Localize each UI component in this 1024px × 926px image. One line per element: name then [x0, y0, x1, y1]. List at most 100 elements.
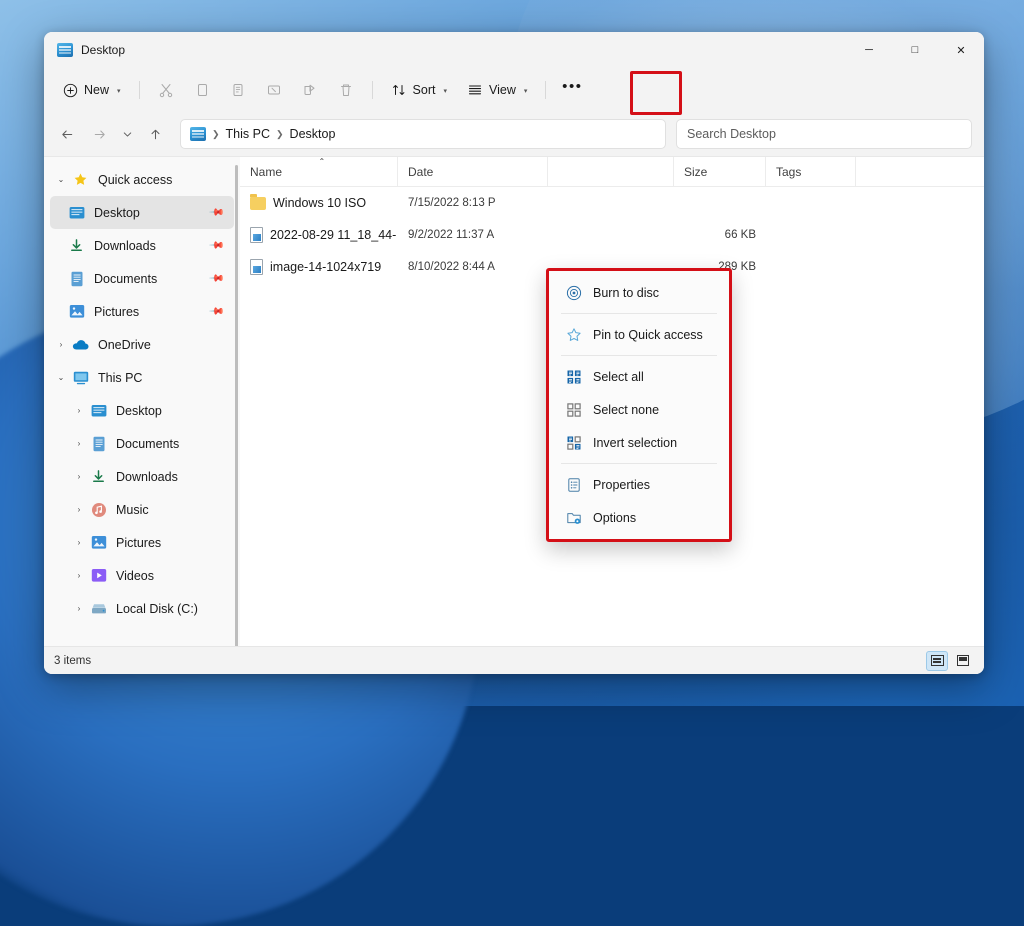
pin-icon[interactable]: 📌 — [208, 303, 225, 320]
view-toggle-group — [926, 650, 974, 671]
chevron-right-icon[interactable]: › — [68, 472, 90, 481]
downloads-icon — [90, 469, 107, 485]
chevron-right-icon[interactable]: › — [68, 439, 90, 448]
cell-tags — [766, 219, 856, 251]
copy-button[interactable] — [185, 74, 219, 106]
breadcrumb[interactable]: ❯ This PC ❯ Desktop — [180, 119, 666, 149]
sidebar-item-this-pc-documents[interactable]: › Documents — [50, 427, 234, 460]
chevron-right-icon[interactable]: › — [68, 571, 90, 580]
maximize-button[interactable]: □ — [892, 32, 938, 68]
delete-button[interactable] — [329, 74, 363, 106]
large-icons-view-button[interactable] — [952, 651, 974, 671]
arrow-right-icon — [94, 130, 105, 138]
menu-item-label: Properties — [593, 477, 650, 492]
sidebar-item-this-pc-downloads[interactable]: › Downloads — [50, 460, 234, 493]
menu-item-select-all[interactable]: Select all — [553, 360, 725, 393]
share-button[interactable] — [293, 74, 327, 106]
up-button[interactable] — [140, 119, 170, 149]
sidebar-item-label: Music — [116, 502, 149, 517]
column-header-type[interactable] — [548, 156, 674, 187]
view-button[interactable]: View ▾ — [458, 74, 536, 106]
forward-button[interactable] — [84, 119, 114, 149]
chevron-right-icon[interactable]: › — [68, 538, 90, 547]
title-left-group: Desktop — [44, 43, 125, 57]
cloud-icon — [72, 337, 89, 353]
trash-icon — [340, 84, 351, 96]
sort-chevron-down-icon: ▾ — [443, 88, 447, 95]
menu-item-properties[interactable]: Properties — [553, 468, 725, 501]
sidebar-item-label: Downloads — [116, 469, 178, 484]
menu-item-options[interactable]: Options — [553, 501, 725, 534]
column-header-tags[interactable]: Tags — [766, 156, 856, 187]
sidebar-scrollbar[interactable] — [235, 165, 238, 646]
arrow-left-icon — [61, 130, 72, 138]
sidebar-section-quick-access[interactable]: ⌄ Quick access — [50, 163, 234, 196]
paste-button[interactable] — [221, 74, 255, 106]
sidebar-item-documents[interactable]: Documents 📌 — [50, 262, 234, 295]
documents-icon — [68, 271, 85, 287]
sort-button[interactable]: Sort ▾ — [382, 74, 456, 106]
close-button[interactable]: ✕ — [938, 32, 984, 68]
menu-item-label: Invert selection — [593, 435, 678, 450]
status-bar: 3 items — [44, 646, 984, 674]
view-chevron-down-icon: ▾ — [523, 88, 528, 95]
cell-tags — [766, 251, 856, 283]
breadcrumb-item-desktop[interactable]: Desktop — [290, 127, 336, 141]
disc-icon — [565, 284, 582, 301]
menu-separator-3 — [561, 463, 717, 464]
menu-item-burn-to-disc[interactable]: Burn to disc — [553, 276, 725, 309]
sidebar-item-onedrive[interactable]: › OneDrive — [50, 328, 234, 361]
cut-button[interactable] — [149, 74, 183, 106]
share-icon — [304, 84, 315, 95]
menu-item-pin-to-quick-access[interactable]: Pin to Quick access — [553, 318, 725, 351]
pin-icon[interactable]: 📌 — [208, 270, 225, 287]
sidebar-item-pictures[interactable]: Pictures 📌 — [50, 295, 234, 328]
menu-item-select-none[interactable]: Select none — [553, 393, 725, 426]
pictures-icon — [90, 535, 107, 551]
sidebar-item-label: Videos — [116, 568, 154, 583]
chevron-right-icon[interactable]: › — [68, 604, 90, 613]
recent-locations-button[interactable] — [116, 119, 138, 149]
search-input[interactable]: Search Desktop — [676, 119, 972, 149]
pin-icon[interactable]: 📌 — [208, 204, 225, 221]
details-view-icon — [930, 655, 944, 666]
see-more-ellipsis-icon[interactable]: ••• — [555, 75, 589, 105]
sidebar-item-this-pc-desktop[interactable]: › Desktop — [50, 394, 234, 427]
sidebar-item-this-pc-videos[interactable]: › Videos — [50, 559, 234, 592]
menu-item-label: Select all — [593, 369, 644, 384]
sidebar-item-this-pc-music[interactable]: › Music — [50, 493, 234, 526]
chevron-right-icon[interactable]: › — [68, 505, 90, 514]
minimize-button[interactable]: ─ — [846, 32, 892, 68]
sidebar-item-this-pc-pictures[interactable]: › Pictures — [50, 526, 234, 559]
chevron-down-icon: ⌄ — [57, 175, 65, 184]
this-pc-icon — [72, 370, 89, 386]
rename-button[interactable] — [257, 74, 291, 106]
table-row[interactable]: 2022-08-29 11_18_44- 9/2/2022 11:37 A 66… — [240, 219, 984, 251]
sidebar-item-local-disk-c[interactable]: › Local Disk (C:) — [50, 592, 234, 625]
explorer-body: ⌄ Quick access Desktop 📌 Downloads 📌 Doc… — [44, 156, 984, 646]
file-name: image-14-1024x719 — [270, 260, 382, 274]
pictures-icon — [68, 304, 85, 320]
pin-icon[interactable]: 📌 — [208, 237, 225, 254]
breadcrumb-separator-0: ❯ — [212, 128, 220, 139]
sidebar-section-this-pc[interactable]: ⌄ This PC — [50, 361, 234, 394]
new-button[interactable]: New ▾ — [54, 74, 130, 106]
sidebar-item-downloads[interactable]: Downloads 📌 — [50, 229, 234, 262]
chevron-right-icon[interactable]: › — [68, 406, 90, 415]
sidebar-item-label: Pictures — [94, 304, 140, 319]
column-headers: ⌃ Name Date Size Tags — [240, 156, 984, 187]
details-view-button[interactable] — [926, 650, 948, 671]
menu-item-invert-selection[interactable]: Invert selection — [553, 426, 725, 459]
star-icon — [72, 172, 89, 188]
column-header-name[interactable]: ⌃ Name — [240, 156, 398, 187]
file-name: 2022-08-29 11_18_44- — [270, 228, 397, 242]
breadcrumb-item-this-pc[interactable]: This PC — [226, 127, 270, 141]
column-header-size[interactable]: Size — [674, 156, 766, 187]
back-button[interactable] — [52, 119, 82, 149]
table-row[interactable]: Windows 10 ISO 7/15/2022 8:13 P — [240, 187, 984, 219]
sidebar-item-desktop[interactable]: Desktop 📌 — [50, 196, 234, 229]
cell-size: 66 KB — [724, 229, 756, 241]
column-header-date[interactable]: Date — [398, 156, 548, 187]
address-bar: ❯ This PC ❯ Desktop Search Desktop — [44, 112, 984, 156]
file-name: Windows 10 ISO — [273, 196, 367, 210]
